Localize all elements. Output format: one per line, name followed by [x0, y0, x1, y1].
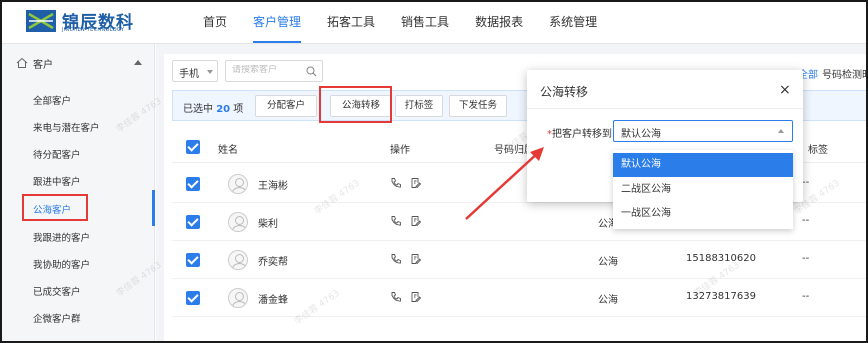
- sidebar-item-all-customers[interactable]: 全部客户: [33, 93, 71, 107]
- customer-name[interactable]: 潘金蜂: [258, 291, 288, 306]
- nav-sales-tools[interactable]: 销售工具: [388, 0, 462, 44]
- selected-suffix: 项: [233, 104, 244, 115]
- search-type-value: 手机: [179, 69, 199, 80]
- transfer-target-label-text: 把客户转移到：: [552, 129, 622, 140]
- transfer-target-options: 默认公海 二战区公海 一战区公海: [613, 150, 793, 229]
- sidebar-section-label: 客户: [33, 60, 53, 71]
- top-navigation-bar: 锦辰数科 JINCHEN TECHNOLOGY 首页 客户管理 拓客工具 销售工…: [0, 0, 868, 44]
- customer-pool: 公海: [598, 295, 618, 306]
- option-default-pool[interactable]: 默认公海: [613, 153, 793, 177]
- column-header-action: 操作: [390, 145, 410, 156]
- transfer-target-value: 默认公海: [621, 129, 661, 140]
- edit-record-icon[interactable]: [410, 291, 422, 303]
- customer-tags: --: [802, 177, 810, 188]
- annotation-highlight-box: [22, 194, 88, 221]
- dialog-divider: [527, 108, 803, 109]
- customer-name[interactable]: 王海彬: [258, 177, 288, 192]
- nav-customer-management[interactable]: 客户管理: [240, 0, 314, 44]
- nav-prospecting-tools[interactable]: 拓客工具: [314, 0, 388, 44]
- customer-name[interactable]: 柴利: [258, 215, 278, 230]
- assign-customer-button[interactable]: 分配客户: [255, 95, 317, 117]
- chevron-up-icon[interactable]: [134, 60, 142, 65]
- option-zone-1-pool[interactable]: 一战区公海: [613, 202, 793, 226]
- row-checkbox[interactable]: [186, 215, 200, 229]
- row-checkbox[interactable]: [186, 291, 200, 305]
- row-checkbox[interactable]: [186, 177, 200, 191]
- customer-tags: --: [802, 215, 810, 226]
- sidebar-item-my-followed[interactable]: 我跟进的客户: [33, 230, 90, 244]
- search-input[interactable]: [232, 65, 302, 75]
- home-icon: [16, 57, 28, 68]
- phone-icon[interactable]: [390, 177, 402, 189]
- avatar: [228, 250, 248, 270]
- logo-mark-icon: [26, 10, 56, 32]
- phone-icon[interactable]: [390, 253, 402, 265]
- select-all-checkbox[interactable]: [186, 140, 200, 154]
- number-detection-label[interactable]: 号码检测时: [822, 66, 868, 81]
- chevron-up-icon: [778, 129, 784, 133]
- sidebar: 客户 全部客户 来电与潜在客户 待分配客户 跟进中客户 公海客户 我跟进的客户 …: [2, 44, 155, 341]
- table-row[interactable]: 潘金蜂 公海 13273817639 --: [172, 279, 868, 317]
- search-type-select[interactable]: 手机: [172, 60, 218, 82]
- edit-record-icon[interactable]: [410, 253, 422, 265]
- customer-tags: --: [802, 291, 810, 302]
- table-row[interactable]: 乔奕帮 公海 15188310620 --: [172, 241, 868, 279]
- column-header-name: 姓名: [218, 145, 238, 156]
- avatar: [228, 288, 248, 308]
- search-box[interactable]: [225, 60, 323, 82]
- annotation-highlight-box: [319, 86, 392, 123]
- avatar: [228, 212, 248, 232]
- selected-count: 20: [216, 104, 231, 115]
- selected-prefix: 已选中: [183, 104, 213, 115]
- sidebar-item-callers-and-leads[interactable]: 来电与潜在客户: [33, 120, 100, 134]
- customer-phone: 15188310620: [686, 253, 756, 264]
- transfer-target-label: *把客户转移到：: [547, 125, 622, 140]
- sidebar-item-my-assisted[interactable]: 我协助的客户: [33, 257, 90, 271]
- nav-system-management[interactable]: 系统管理: [536, 0, 610, 44]
- sidebar-item-following[interactable]: 跟进中客户: [33, 174, 81, 188]
- phone-icon[interactable]: [390, 215, 402, 227]
- sidebar-section-customer[interactable]: 客户: [2, 52, 155, 74]
- selected-count-text: 已选中 20 项: [183, 100, 243, 115]
- brand-tagline: JINCHEN TECHNOLOGY: [62, 27, 125, 33]
- sidebar-active-indicator: [152, 190, 155, 226]
- sidebar-item-closed-deals[interactable]: 已成交客户: [33, 284, 81, 298]
- close-icon[interactable]: ×: [779, 82, 791, 98]
- brand-logo[interactable]: 锦辰数科 JINCHEN TECHNOLOGY: [26, 8, 146, 36]
- avatar: [228, 174, 248, 194]
- dialog-title: 公海转移: [540, 85, 589, 99]
- annotation-arrow-icon: [465, 147, 544, 220]
- nav-home[interactable]: 首页: [190, 0, 240, 44]
- option-zone-2-pool[interactable]: 二战区公海: [613, 178, 793, 202]
- sidebar-item-wecom-groups[interactable]: 企微客户群: [33, 311, 81, 325]
- edit-record-icon[interactable]: [410, 177, 422, 189]
- phone-icon[interactable]: [390, 291, 402, 303]
- dispatch-task-button[interactable]: 下发任务: [449, 95, 507, 117]
- sidebar-item-unassigned[interactable]: 待分配客户: [33, 147, 81, 161]
- edit-record-icon[interactable]: [410, 215, 422, 227]
- search-icon[interactable]: [306, 66, 317, 77]
- column-header-tags: 标签: [808, 145, 828, 156]
- tag-button[interactable]: 打标签: [395, 95, 443, 117]
- chevron-down-icon: [207, 70, 213, 74]
- customer-name[interactable]: 乔奕帮: [258, 253, 288, 268]
- customer-tags: --: [802, 253, 810, 264]
- transfer-target-select[interactable]: 默认公海: [613, 120, 793, 142]
- nav-data-reports[interactable]: 数据报表: [462, 0, 536, 44]
- row-checkbox[interactable]: [186, 253, 200, 267]
- customer-pool: 公海: [598, 257, 618, 268]
- main-nav: 首页 客户管理 拓客工具 销售工具 数据报表 系统管理: [190, 0, 610, 44]
